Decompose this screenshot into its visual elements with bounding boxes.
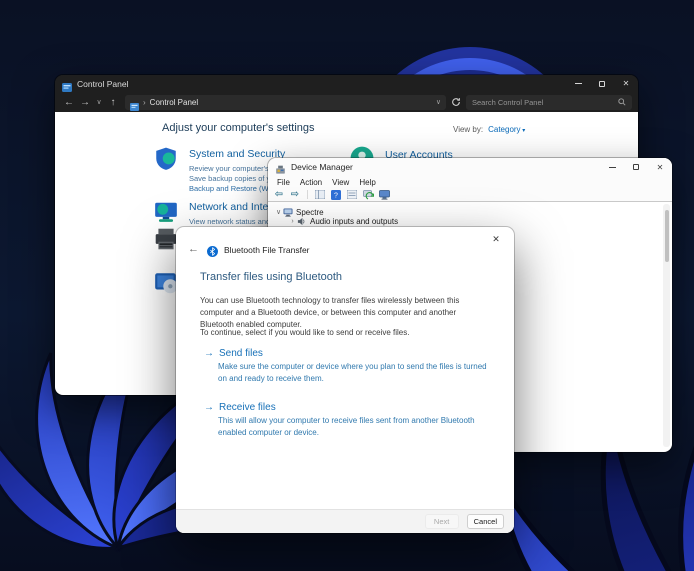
page-title: Adjust your computer's settings	[162, 122, 315, 134]
minimize-button[interactable]	[600, 158, 624, 176]
dialog-footer: Next Cancel	[176, 509, 514, 533]
control-panel-navbar: ← → ∨ ↑ › Control Panel ∨ Search Control…	[55, 92, 638, 112]
toolbar-devices-icon[interactable]	[378, 189, 390, 200]
close-icon[interactable]: ✕	[488, 232, 504, 246]
toolbar-help-icon[interactable]: ?	[330, 189, 342, 200]
back-icon[interactable]: ←	[188, 244, 199, 255]
desktop: Control Panel ✕ ← → ∨ ↑ › Control Panel …	[0, 0, 694, 571]
svg-text:?: ?	[334, 192, 338, 199]
control-panel-titlebar[interactable]: Control Panel ✕	[55, 75, 638, 92]
menu-action[interactable]: Action	[295, 178, 327, 187]
send-files-description: Make sure the computer or device where y…	[218, 361, 494, 385]
device-manager-caption-buttons: ✕	[600, 158, 672, 176]
dialog-title: Bluetooth File Transfer	[224, 245, 310, 255]
maximize-button[interactable]	[590, 75, 614, 92]
up-icon[interactable]: ↑	[105, 97, 121, 108]
forward-icon[interactable]: →	[77, 97, 93, 108]
control-panel-caption-buttons: ✕	[566, 75, 638, 92]
control-panel-window-title: Control Panel	[77, 79, 129, 89]
system-and-security-icon[interactable]	[153, 146, 179, 172]
toolbar-scan-hardware-icon[interactable]	[362, 189, 374, 200]
device-manager-titlebar[interactable]: Device Manager ✕	[268, 158, 672, 176]
toolbar-back-icon[interactable]: ⇦	[273, 189, 285, 200]
search-icon	[618, 98, 626, 106]
minimize-button[interactable]	[566, 75, 590, 92]
maximize-button[interactable]	[624, 158, 648, 176]
send-files-label: Send files	[219, 348, 263, 359]
scrollbar[interactable]	[663, 204, 670, 447]
view-by: View by:Category ▾	[453, 125, 525, 134]
bluetooth-icon	[207, 244, 218, 255]
recent-locations-chevron-icon[interactable]: ∨	[93, 98, 105, 106]
toolbar-separator	[307, 190, 308, 199]
cancel-button[interactable]: Cancel	[467, 514, 504, 529]
scrollbar-thumb[interactable]	[665, 210, 669, 262]
view-by-dropdown[interactable]: Category	[488, 125, 520, 134]
toolbar-console-tree-icon[interactable]	[314, 189, 326, 200]
wizard-heading: Transfer files using Bluetooth	[200, 271, 342, 283]
arrow-right-icon: →	[204, 403, 214, 413]
control-panel-app-icon	[62, 79, 72, 88]
close-button[interactable]: ✕	[648, 158, 672, 176]
menu-file[interactable]: File	[272, 178, 295, 187]
device-manager-window-title: Device Manager	[291, 162, 353, 172]
receive-files-option[interactable]: → Receive files	[204, 402, 276, 413]
next-button[interactable]: Next	[425, 514, 459, 529]
toolbar-properties-icon[interactable]	[346, 189, 358, 200]
tree-expanded-chevron-icon[interactable]: ∨	[274, 208, 283, 216]
toolbar-forward-icon[interactable]: ⇨	[289, 189, 301, 200]
back-icon[interactable]: ←	[61, 97, 77, 108]
intro-text: You can use Bluetooth technology to tran…	[200, 295, 488, 331]
network-and-internet-icon[interactable]	[153, 199, 179, 225]
send-files-option[interactable]: → Send files	[204, 348, 263, 359]
refresh-icon[interactable]	[450, 97, 462, 107]
receive-files-description: This will allow your computer to receive…	[218, 415, 494, 439]
view-by-label: View by:	[453, 125, 483, 134]
menu-view[interactable]: View	[327, 178, 354, 187]
device-manager-app-icon	[275, 162, 286, 172]
control-panel-search-box[interactable]: Search Control Panel	[466, 95, 632, 110]
tree-collapsed-chevron-icon[interactable]: ›	[288, 218, 297, 225]
breadcrumb[interactable]: Control Panel	[150, 98, 198, 107]
receive-files-label: Receive files	[219, 402, 276, 413]
breadcrumb-separator: ›	[143, 98, 146, 107]
device-manager-toolbar: ⇦ ⇨ ?	[268, 188, 672, 202]
menu-help[interactable]: Help	[354, 178, 380, 187]
breadcrumb-control-panel-icon	[130, 98, 139, 106]
address-dropdown-chevron-icon[interactable]: ∨	[436, 98, 441, 106]
arrow-right-icon: →	[204, 349, 214, 359]
close-button[interactable]: ✕	[614, 75, 638, 92]
bluetooth-dialog-header: ← Bluetooth File Transfer	[188, 244, 310, 255]
device-manager-menubar: File Action View Help	[268, 176, 672, 188]
search-placeholder: Search Control Panel	[472, 98, 543, 107]
prompt-text: To continue, select if you would like to…	[200, 327, 488, 339]
window-bluetooth-file-transfer: ✕ ← Bluetooth File Transfer Transfer fil…	[176, 227, 514, 533]
address-bar[interactable]: › Control Panel ∨	[125, 95, 446, 110]
